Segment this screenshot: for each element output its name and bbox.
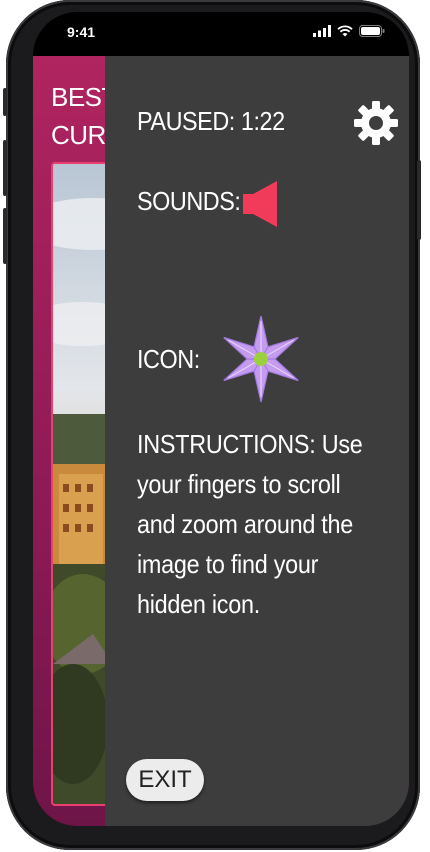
icon-label: ICON: <box>137 344 200 374</box>
gear-icon <box>354 101 398 145</box>
sounds-label: SOUNDS: <box>137 186 241 216</box>
flower-icon <box>223 315 299 403</box>
status-bar: 9:41 <box>33 12 409 56</box>
phone-frame: 9:41 BEST CURR PAUSED: 1:22 SOUNDS: ICON… <box>3 0 421 850</box>
volume-down-button <box>3 208 7 264</box>
wifi-icon <box>337 25 353 37</box>
pause-panel: PAUSED: 1:22 SOUNDS: ICON: INSTRUCTIONS:… <box>105 56 409 826</box>
sound-toggle[interactable] <box>243 181 279 227</box>
hidden-icon-preview <box>221 314 301 404</box>
status-icons <box>313 25 385 37</box>
cellular-signal-icon <box>313 25 331 37</box>
mute-switch <box>3 88 7 116</box>
speaker-icon <box>243 181 277 227</box>
exit-button[interactable]: EXIT <box>126 759 204 801</box>
paused-timer: PAUSED: 1:22 <box>137 106 285 136</box>
screen: 9:41 BEST CURR PAUSED: 1:22 SOUNDS: ICON… <box>33 12 409 826</box>
settings-button[interactable] <box>353 100 399 146</box>
instructions-text: INSTRUCTIONS: Use your fingers to scroll… <box>137 429 363 619</box>
battery-icon <box>359 25 385 37</box>
power-button <box>417 160 421 240</box>
status-time: 9:41 <box>67 24 96 40</box>
volume-up-button <box>3 140 7 196</box>
